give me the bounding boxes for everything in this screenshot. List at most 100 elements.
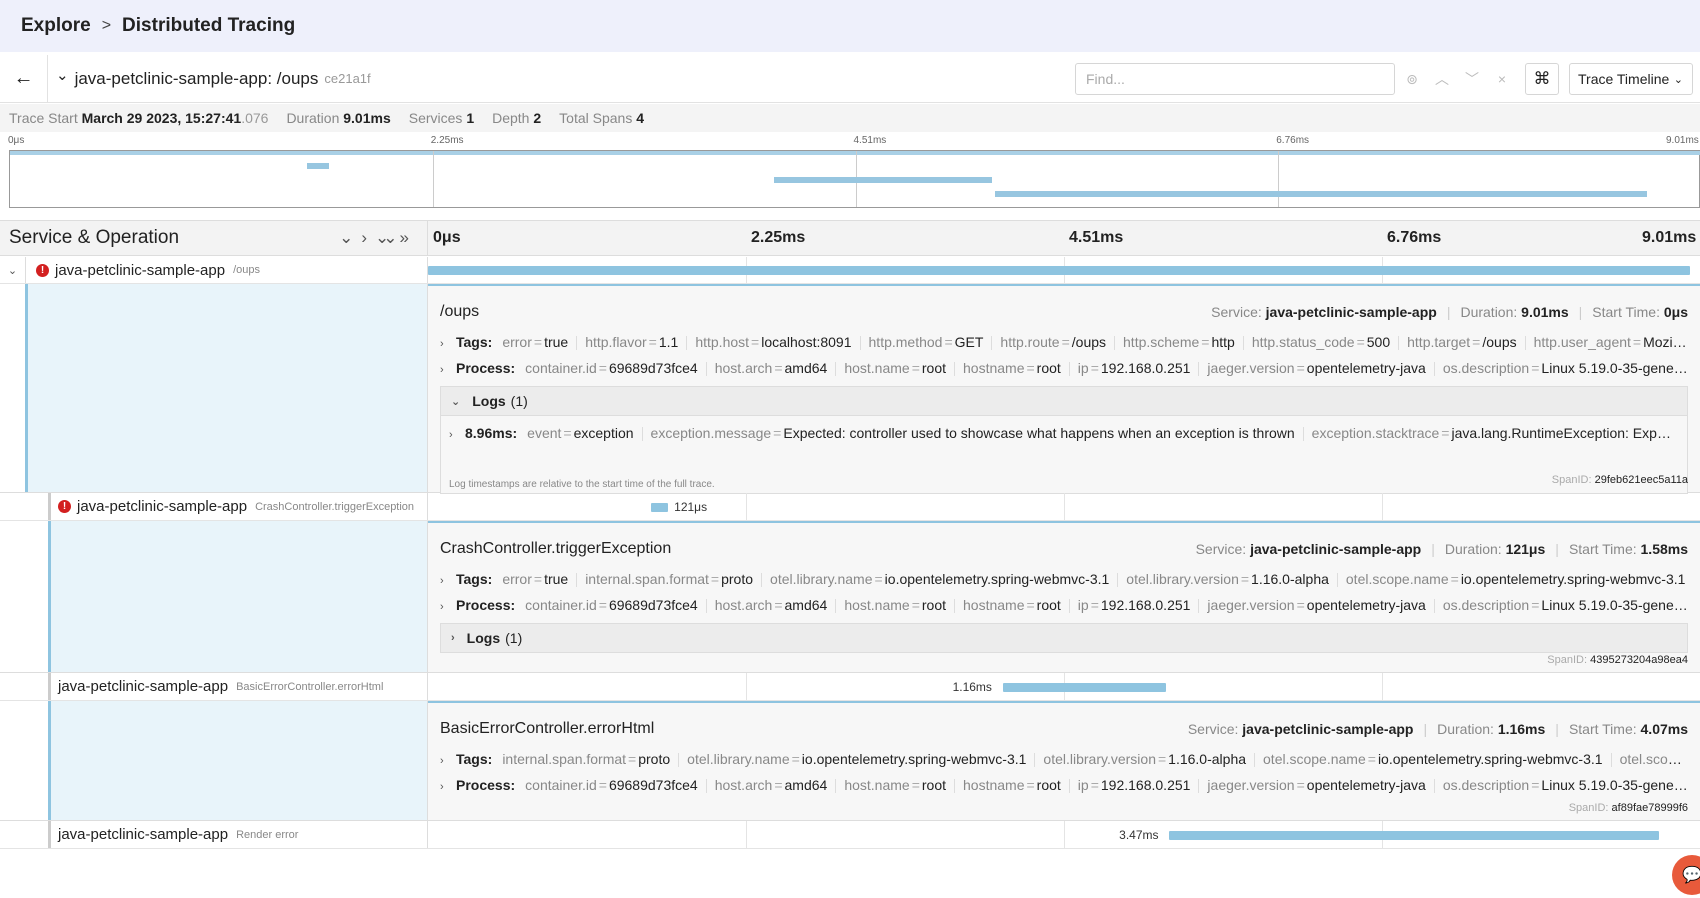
trace-title-toggle[interactable]: ⌄ java-petclinic-sample-app: /oups ce21a… <box>56 66 371 89</box>
timeline-tick-label: 0μs <box>433 229 461 246</box>
span-id: SpanID: 29feb621eec5a11a <box>1551 474 1688 486</box>
minimap-tick-label: 4.51ms <box>853 135 887 146</box>
find-input[interactable] <box>1076 64 1394 94</box>
trace-title: java-petclinic-sample-app: /oups <box>74 68 319 88</box>
timeline-gridline <box>1064 493 1065 520</box>
span-row[interactable]: java-petclinic-sample-app BasicErrorContr… <box>0 673 1700 701</box>
chat-icon: 💬 <box>1682 867 1700 884</box>
trace-minimap[interactable]: 0μs 2.25ms 4.51ms 6.76ms 9.01ms <box>0 133 1700 210</box>
span-name-cell[interactable]: ! java-petclinic-sample-app CrashControlle… <box>0 493 428 520</box>
span-row[interactable]: ⌄! java-petclinic-sample-app/oups <box>0 257 1700 284</box>
chevron-right-icon: › <box>440 575 444 587</box>
chevron-right-icon: > <box>101 17 112 34</box>
chevron-down-icon[interactable]: ﹀ <box>1457 69 1487 89</box>
back-button[interactable]: ← <box>0 54 48 103</box>
command-icon: ⌘ <box>1533 69 1551 88</box>
timeline-tick-label: 4.51ms <box>1069 229 1124 246</box>
span-operation-name: /oups <box>233 264 260 276</box>
trace-header: ← ⌄ java-petclinic-sample-app: /oups ce2… <box>0 54 1700 103</box>
span-timeline-cell[interactable] <box>428 257 1700 283</box>
close-icon[interactable]: × <box>1487 71 1517 87</box>
span-duration-label: 1.16ms <box>952 680 992 694</box>
process-section[interactable]: › Process: container.id = 69689d73fce4 host.a… <box>440 360 1688 380</box>
service-operation-header: Service & Operation ⌄ › ⌄⌄ » <box>0 221 428 255</box>
chevron-down-icon: ⌄ <box>451 395 461 408</box>
span-row[interactable]: java-petclinic-sample-app Render error 3.4… <box>0 821 1700 849</box>
chevron-down-icon: ⌄ <box>1673 73 1683 86</box>
chevron-right-icon: › <box>440 781 444 793</box>
trace-services: Services 1 <box>408 110 475 126</box>
timeline-header: Service & Operation ⌄ › ⌄⌄ » 0μs 2.25ms 4.… <box>0 220 1700 256</box>
minimap-tick-label: 0μs <box>8 135 25 146</box>
tags-section[interactable]: › Tags: error = true http.flavor = 1.1 http.host… <box>440 334 1688 354</box>
arrow-left-icon: ← <box>13 67 34 89</box>
trace-total-spans: Total Spans 4 <box>559 110 645 126</box>
span-timeline-cell[interactable]: 121μs <box>428 493 1700 520</box>
span-service-name: java-petclinic-sample-app <box>58 678 229 695</box>
trace-duration: Duration 9.01ms <box>286 110 391 126</box>
process-section[interactable]: › Process: container.id = 69689d73fce4 host.a… <box>440 597 1688 617</box>
span-duration-label: 3.47ms <box>1119 828 1159 842</box>
span-detail-title: BasicErrorController.errorHtml <box>440 720 655 737</box>
chevron-down-icon[interactable]: ⌄ <box>0 257 26 283</box>
logs-section: ⌄ Logs (1) › 8.96ms: event = exception exception… <box>440 386 1688 494</box>
timeline-tick-label: 6.76ms <box>1387 229 1442 246</box>
span-detail-title: /oups <box>440 303 480 320</box>
span-name-cell[interactable]: java-petclinic-sample-app BasicErrorContr… <box>0 673 428 700</box>
logs-toggle[interactable]: ⌄ Logs (1) <box>441 387 1687 415</box>
timeline-gridline <box>1382 493 1383 520</box>
span-bar[interactable] <box>1169 830 1660 840</box>
span-timeline-cell[interactable]: 3.47ms <box>428 821 1700 848</box>
chevron-right-icon: › <box>451 632 455 644</box>
span-bar[interactable] <box>1002 682 1167 692</box>
error-icon: ! <box>36 263 49 277</box>
span-operation-name: CrashController.triggerException <box>255 500 415 513</box>
find-box <box>1075 63 1395 95</box>
span-detail-summary: Service: java-petclinic-sample-app | Durat… <box>1187 721 1688 737</box>
span-detail-summary: Service: java-petclinic-sample-app | Durat… <box>1211 304 1688 320</box>
chevron-down-icon: ⌄ <box>56 66 69 84</box>
process-section[interactable]: › Process: container.id = 69689d73fce4 host.a… <box>440 777 1688 797</box>
span-row[interactable]: ! java-petclinic-sample-app CrashControlle… <box>0 493 1700 521</box>
span-id: SpanID: af89fae78999f6 <box>1568 802 1688 814</box>
view-select-label: Trace Timeline <box>1578 71 1670 87</box>
span-detail-panel: CrashController.triggerException Service:… <box>428 521 1700 672</box>
minimap-tick-label: 2.25ms <box>430 135 464 146</box>
keyboard-shortcuts-button[interactable]: ⌘ <box>1525 63 1559 95</box>
timeline-gridline <box>1064 821 1065 848</box>
span-detail: CrashController.triggerException Service:… <box>0 521 1700 673</box>
chevron-right-icon: › <box>440 601 444 613</box>
collapse-all-icon[interactable]: ⌄⌄ <box>375 228 397 248</box>
span-detail-panel: BasicErrorController.errorHtml Service: j… <box>428 701 1700 820</box>
view-select[interactable]: Trace Timeline ⌄ <box>1569 63 1693 95</box>
logs-section: › Logs (1) <box>440 623 1688 653</box>
expand-all-icon[interactable]: » <box>400 228 409 248</box>
expand-one-icon[interactable]: › <box>361 228 367 248</box>
chat-button[interactable]: 💬 <box>1672 855 1700 895</box>
minimap-span-bar <box>773 177 992 183</box>
minimap-canvas[interactable] <box>9 150 1700 208</box>
collapse-one-icon[interactable]: ⌄ <box>339 228 353 248</box>
tags-section[interactable]: › Tags: internal.span.format = proto otel.lib… <box>440 751 1688 771</box>
trace-meta: Trace Start March 29 2023, 15:27:41.076 … <box>0 104 1700 132</box>
tags-section[interactable]: › Tags: error = true internal.span.format = pro… <box>440 571 1688 591</box>
logs-toggle[interactable]: › Logs (1) <box>441 624 1687 652</box>
timeline-gridline <box>746 493 747 520</box>
span-bar[interactable] <box>651 502 669 512</box>
log-entry[interactable]: › 8.96ms: event = exception exception.message… <box>449 425 1675 445</box>
minimap-span-bar <box>306 163 330 169</box>
span-duration-label: 121μs <box>674 500 708 514</box>
timeline-gridline <box>746 673 747 700</box>
span-name-cell[interactable]: ⌄! java-petclinic-sample-app/oups <box>0 257 428 283</box>
span-operation-name: BasicErrorController.errorHtml <box>236 680 384 693</box>
span-name-cell[interactable]: java-petclinic-sample-app Render error <box>0 821 428 848</box>
locate-icon[interactable]: ⊚ <box>1397 71 1427 88</box>
chevron-right-icon: › <box>440 755 444 767</box>
chevron-up-icon[interactable]: ︿ <box>1427 69 1457 89</box>
breadcrumb: Explore > Distributed Tracing <box>0 0 1700 52</box>
span-detail-panel: /oups Service: java-petclinic-sample-app |… <box>428 284 1700 494</box>
span-bar[interactable] <box>428 266 1690 275</box>
breadcrumb-explore[interactable]: Explore <box>21 15 91 37</box>
error-icon: ! <box>58 500 71 513</box>
span-timeline-cell[interactable]: 1.16ms <box>428 673 1700 700</box>
